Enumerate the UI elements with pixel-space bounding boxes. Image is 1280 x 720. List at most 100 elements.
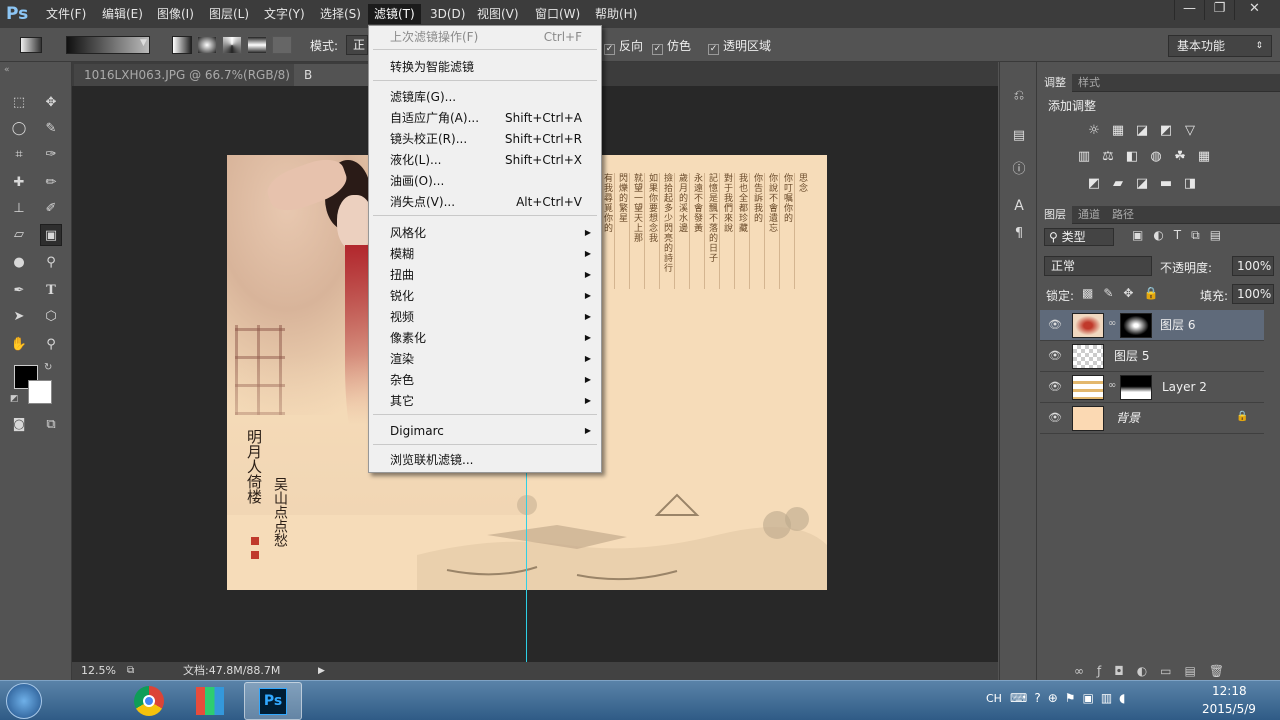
layer-filter-icons[interactable]: ▣◐T⧉▤ [1132, 228, 1231, 243]
tab-paths[interactable]: 路径 [1106, 206, 1140, 224]
menu-item-browse-online[interactable]: 浏览联机滤镜... [371, 450, 599, 470]
collapse-icon[interactable]: « [4, 65, 10, 75]
opacity-input[interactable]: 100% [1232, 256, 1274, 276]
diamond-gradient-button[interactable] [272, 36, 292, 54]
eye-icon[interactable]: 👁 [1048, 349, 1062, 362]
menu-image[interactable]: 图像(I) [151, 4, 200, 24]
tiles-app-icon[interactable] [196, 687, 224, 715]
mode-select[interactable]: 正 [346, 35, 368, 55]
eye-icon[interactable]: 👁 [1048, 318, 1062, 331]
layer-row[interactable]: 👁 背景 🔒 [1040, 403, 1264, 434]
blend-mode-select[interactable]: 正常 [1044, 256, 1152, 276]
menu-item-distort[interactable]: 扭曲 ▶ [371, 265, 599, 285]
hand-tool-icon[interactable]: ✋ [8, 334, 30, 356]
eraser-tool-icon[interactable]: ▱ [8, 224, 30, 246]
actions-panel-icon[interactable]: ▤ [1010, 128, 1028, 146]
clock-date[interactable]: 2015/5/9 [1202, 702, 1256, 716]
photoshop-taskbar-button[interactable]: Ps [244, 682, 302, 720]
quick-select-tool-icon[interactable]: ✎ [40, 118, 62, 140]
tab-document-2[interactable]: B套-027.psd [294, 64, 374, 86]
curves-icon[interactable]: ◪ [1132, 122, 1152, 140]
menu-window[interactable]: 窗口(W) [529, 4, 586, 24]
menu-view[interactable]: 视图(V) [471, 4, 525, 24]
healing-tool-icon[interactable]: ✚ [8, 172, 30, 194]
text-tool-icon[interactable]: T [40, 280, 62, 302]
tab-adjustments[interactable]: 调整 [1038, 74, 1072, 92]
menu-type[interactable]: 文字(Y) [258, 4, 311, 24]
tab-styles[interactable]: 样式 [1072, 74, 1106, 92]
layer-filter-select[interactable]: ⚲ 类型 [1044, 228, 1114, 246]
menu-item-other[interactable]: 其它 ▶ [371, 391, 599, 411]
reflected-gradient-button[interactable] [247, 36, 267, 54]
default-colors-icon[interactable]: ◩ [10, 394, 19, 404]
menu-filter[interactable]: 滤镜(T) [368, 4, 421, 24]
photo-filter-icon[interactable]: ◍ [1146, 148, 1166, 166]
exposure-icon[interactable]: ◩ [1156, 122, 1176, 140]
menu-item-video[interactable]: 视频 ▶ [371, 307, 599, 327]
zoom-tool-icon[interactable]: ⚲ [40, 334, 62, 356]
layer-row[interactable]: 👁 ∞ 图层 6 [1040, 310, 1264, 341]
workspace-select[interactable]: 基本功能 ⇕ [1168, 35, 1272, 57]
language-indicator[interactable]: CH [986, 692, 1002, 705]
crop-tool-icon[interactable]: ⌗ [8, 144, 30, 166]
reverse-checkbox[interactable]: ✓ 反向 [604, 38, 643, 55]
restore-button[interactable]: ❐ [1204, 0, 1234, 20]
brightness-icon[interactable]: ☼ [1084, 122, 1104, 140]
lookup-icon[interactable]: ▦ [1194, 148, 1214, 166]
invert-icon[interactable]: ◩ [1084, 175, 1104, 193]
layer-row[interactable]: 👁 图层 5 [1040, 341, 1264, 372]
menu-item-stylize[interactable]: 风格化 ▶ [371, 223, 599, 243]
gradient-tool-icon[interactable]: ▣ [40, 224, 62, 246]
paragraph-panel-icon[interactable]: ¶ [1010, 226, 1028, 244]
chrome-icon[interactable] [134, 686, 164, 716]
menu-item-pixelate[interactable]: 像素化 ▶ [371, 328, 599, 348]
menu-item-noise[interactable]: 杂色 ▶ [371, 370, 599, 390]
history-panel-icon[interactable]: ⎌ [1010, 88, 1028, 106]
gradient-picker[interactable] [66, 36, 150, 54]
dither-checkbox[interactable]: ✓ 仿色 [652, 38, 691, 55]
stamp-tool-icon[interactable]: ⊥ [8, 198, 30, 220]
marquee-tool-icon[interactable]: ⬚ [8, 92, 30, 114]
menu-item-adaptive-wide-angle[interactable]: 自适应广角(A)... Shift+Ctrl+A [371, 108, 599, 128]
bw-icon[interactable]: ◧ [1122, 148, 1142, 166]
menu-item-blur[interactable]: 模糊 ▶ [371, 244, 599, 264]
lock-icons[interactable]: ▩✎✥🔒 [1082, 286, 1168, 300]
triangle-icon[interactable]: ▽ [1180, 122, 1200, 140]
swap-colors-icon[interactable]: ↻ [44, 362, 52, 373]
tray-icons[interactable]: ⌨?⊕⚑▣▥◖ [1010, 691, 1133, 705]
menu-item-last-filter[interactable]: 上次滤镜操作(F) Ctrl+F [371, 27, 599, 47]
clock-time[interactable]: 12:18 [1212, 684, 1247, 698]
menu-item-vanishing-point[interactable]: 消失点(V)... Alt+Ctrl+V [371, 192, 599, 212]
history-brush-tool-icon[interactable]: ✐ [40, 198, 62, 220]
menu-item-lens-correction[interactable]: 镜头校正(R)... Shift+Ctrl+R [371, 129, 599, 149]
screen-mode-icon[interactable]: ⧉ [40, 414, 62, 436]
menu-layer[interactable]: 图层(L) [203, 4, 255, 24]
play-arrow-icon[interactable]: ▶ [318, 662, 325, 680]
pen-tool-icon[interactable]: ✒ [8, 280, 30, 302]
zoom-level[interactable]: 12.5% [81, 662, 116, 680]
background-color-swatch[interactable] [28, 380, 52, 404]
menu-item-liquify[interactable]: 液化(L)... Shift+Ctrl+X [371, 150, 599, 170]
brush-tool-icon[interactable]: ✏ [40, 172, 62, 194]
posterize-icon[interactable]: ▰ [1108, 175, 1128, 193]
menu-edit[interactable]: 编辑(E) [96, 4, 149, 24]
blur-tool-icon[interactable]: ● [8, 252, 30, 274]
eyedropper-tool-icon[interactable]: ✑ [40, 144, 62, 166]
menu-item-filter-gallery[interactable]: 滤镜库(G)... [371, 87, 599, 107]
minimize-button[interactable]: — [1174, 0, 1204, 20]
quick-mask-icon[interactable]: ◙ [8, 414, 30, 436]
transparency-checkbox[interactable]: ✓ 透明区域 [708, 38, 771, 55]
info-panel-icon[interactable]: ⓘ [1010, 158, 1028, 177]
tab-channels[interactable]: 通道 [1072, 206, 1106, 224]
gradient-map-icon[interactable]: ▬ [1156, 175, 1176, 193]
menu-3d[interactable]: 3D(D) [424, 4, 471, 24]
fill-input[interactable]: 100% [1232, 284, 1274, 304]
menu-item-sharpen[interactable]: 锐化 ▶ [371, 286, 599, 306]
radial-gradient-button[interactable] [197, 36, 217, 54]
close-window-button[interactable]: ✕ [1234, 0, 1274, 20]
path-select-tool-icon[interactable]: ➤ [8, 306, 30, 328]
character-panel-icon[interactable]: A [1010, 198, 1028, 216]
shape-tool-icon[interactable]: ⬡ [40, 306, 62, 328]
gradient-tool-icon[interactable] [20, 37, 42, 53]
layers-footer-icons[interactable]: ∞ƒ◘◐▭▤🗑 [1040, 662, 1280, 680]
